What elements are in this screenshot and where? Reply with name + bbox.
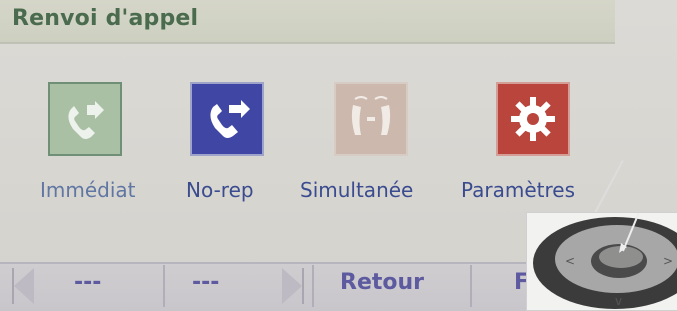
- option-immediate-label[interactable]: Immédiat: [40, 178, 136, 202]
- softkey-1[interactable]: ---: [74, 270, 101, 295]
- scroll-left-icon[interactable]: [14, 268, 34, 304]
- gear-icon: [511, 97, 555, 141]
- svg-text:v: v: [615, 294, 622, 308]
- phone-screen: Renvoi d'appel Immédiat No-rep Simultané…: [0, 0, 677, 311]
- option-simul-tile[interactable]: [334, 82, 408, 156]
- call-forward-noanswer-icon: [210, 100, 250, 138]
- option-params-tile[interactable]: [496, 82, 570, 156]
- page-title: Renvoi d'appel: [12, 6, 199, 31]
- title-bar: Renvoi d'appel: [0, 0, 615, 44]
- option-simul-label[interactable]: Simultanée: [300, 178, 413, 202]
- navigator-key-icon: < > v: [527, 213, 677, 310]
- scroll-right-bar: [302, 268, 304, 304]
- option-params-label[interactable]: Paramètres: [461, 178, 575, 202]
- svg-text:<: <: [565, 254, 575, 268]
- dual-ring-icon: [351, 96, 391, 135]
- softkey-divider: [163, 265, 165, 307]
- navigator-key-inset: < > v: [526, 212, 677, 311]
- back-button[interactable]: Retour: [340, 270, 424, 295]
- option-norep-label[interactable]: No-rep: [186, 178, 254, 202]
- option-immediate-tile[interactable]: [48, 82, 122, 156]
- option-norep-tile[interactable]: [190, 82, 264, 156]
- scroll-right-icon[interactable]: [282, 268, 302, 304]
- call-forward-icon: [68, 101, 104, 139]
- svg-text:>: >: [663, 254, 673, 268]
- softkey-2[interactable]: ---: [192, 270, 219, 295]
- softkey-divider: [470, 265, 472, 307]
- softkey-divider: [312, 265, 314, 307]
